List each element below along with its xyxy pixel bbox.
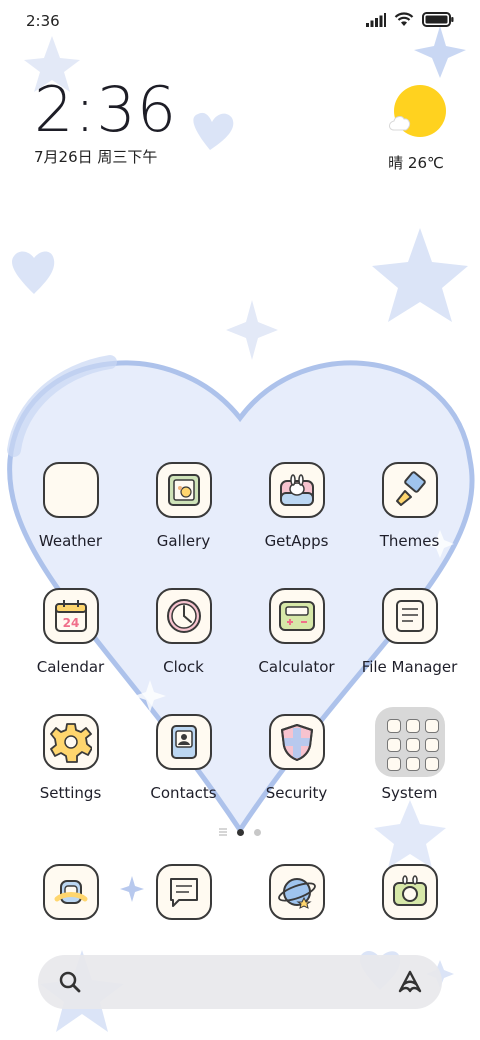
- themes-icon: [381, 462, 438, 518]
- calendar-badge: 24: [62, 616, 79, 630]
- clock-date: 7月26日 周三下午: [34, 148, 158, 166]
- status-bar: 2:36: [0, 0, 480, 42]
- app-label: Weather: [38, 532, 103, 550]
- sunny-icon: [389, 85, 446, 137]
- assistant-icon[interactable]: [396, 969, 424, 995]
- app-label: File Manager: [361, 658, 458, 676]
- app-grid: Weather Gallery GetApps Themes 24 Calend…: [14, 462, 466, 828]
- clock-icon: [155, 588, 212, 644]
- signal-icon: [366, 12, 386, 27]
- file-manager-icon: [381, 588, 438, 644]
- wallpaper-heart-small: [12, 251, 55, 294]
- page-dot-active[interactable]: [237, 828, 244, 836]
- app-file-manager[interactable]: File Manager: [353, 588, 466, 702]
- app-security[interactable]: Security: [240, 714, 353, 828]
- app-label: Settings: [39, 784, 102, 802]
- app-gallery[interactable]: Gallery: [127, 462, 240, 576]
- dock: [14, 864, 466, 924]
- app-label: GetApps: [264, 532, 329, 550]
- settings-icon: [42, 714, 99, 770]
- app-weather[interactable]: Weather: [14, 462, 127, 576]
- search-icon: [59, 971, 81, 993]
- dock-app-camera[interactable]: [353, 864, 466, 924]
- contacts-icon: [155, 714, 212, 770]
- security-icon: [268, 714, 325, 770]
- wallpaper-heart-small: [193, 112, 234, 150]
- battery-icon: [422, 12, 454, 27]
- folder-icon: [374, 707, 445, 777]
- bunny-app-icon: [42, 864, 99, 920]
- calendar-icon: 24: [42, 588, 99, 644]
- clock-widget[interactable]: 2:36 7月26日 周三下午: [34, 78, 177, 167]
- page-dot[interactable]: [254, 828, 261, 836]
- wallpaper-star: [372, 228, 468, 322]
- app-calendar[interactable]: 24 Calendar: [14, 588, 127, 702]
- app-clock[interactable]: Clock: [127, 588, 240, 702]
- status-icons: [366, 12, 454, 27]
- calculator-icon: [268, 588, 325, 644]
- app-label: Clock: [163, 658, 204, 676]
- camera-icon: [381, 864, 438, 920]
- dock-app-browser[interactable]: [240, 864, 353, 924]
- browser-icon: [268, 864, 325, 920]
- app-list-icon[interactable]: [219, 828, 227, 836]
- wifi-icon: [394, 12, 414, 26]
- weather-icon: [42, 462, 99, 518]
- clock-time: 2:36: [34, 73, 178, 146]
- page-indicator[interactable]: [0, 828, 480, 836]
- app-getapps[interactable]: GetApps: [240, 462, 353, 576]
- app-label: Contacts: [150, 784, 217, 802]
- messages-icon: [155, 864, 212, 920]
- app-label: Calculator: [258, 658, 335, 676]
- wallpaper-star: [226, 300, 278, 360]
- getapps-icon: [268, 462, 325, 518]
- dock-app-1[interactable]: [14, 864, 127, 924]
- app-label: System: [381, 784, 438, 802]
- search-bar[interactable]: [38, 955, 442, 1009]
- app-calculator[interactable]: Calculator: [240, 588, 353, 702]
- app-label: Calendar: [36, 658, 105, 676]
- status-time: 2:36: [26, 12, 60, 30]
- app-themes[interactable]: Themes: [353, 462, 466, 576]
- app-system-folder[interactable]: System: [353, 707, 466, 828]
- app-settings[interactable]: Settings: [14, 714, 127, 828]
- gallery-icon: [155, 462, 212, 518]
- dock-app-messages[interactable]: [127, 864, 240, 924]
- app-contacts[interactable]: Contacts: [127, 714, 240, 828]
- app-label: Security: [265, 784, 328, 802]
- weather-text: 晴 26℃: [388, 154, 444, 172]
- app-label: Gallery: [156, 532, 211, 550]
- weather-widget[interactable]: 晴 26℃: [386, 84, 446, 173]
- app-label: Themes: [379, 532, 440, 550]
